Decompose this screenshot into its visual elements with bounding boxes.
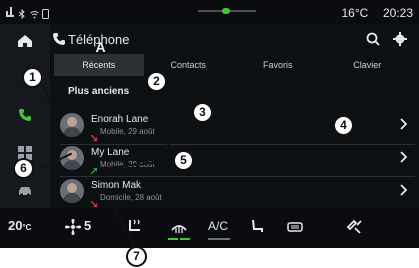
outgoing-call-icon bbox=[90, 161, 98, 175]
rear-defrost-icon[interactable] bbox=[286, 218, 304, 236]
car-icon[interactable] bbox=[14, 180, 36, 202]
search-icon[interactable] bbox=[366, 32, 380, 46]
chevron-right-icon[interactable] bbox=[397, 183, 409, 197]
defrost-indicator bbox=[180, 238, 190, 240]
section-title: Plus anciens bbox=[68, 86, 130, 97]
home-icon[interactable] bbox=[14, 30, 36, 52]
left-temperature-unit: °C bbox=[22, 223, 32, 232]
ac-indicator bbox=[208, 238, 230, 240]
contact-name: Enorah Lane bbox=[91, 114, 149, 125]
call-detail: Domicile, 28 août bbox=[100, 193, 162, 202]
tab-keypad[interactable]: Clavier bbox=[323, 54, 413, 76]
list-item[interactable]: My Lane Mobile, 29 août bbox=[60, 146, 415, 176]
callout-3: 3 bbox=[192, 102, 213, 123]
left-sidebar bbox=[0, 24, 50, 208]
call-detail: Mobile, 29 août bbox=[100, 127, 155, 136]
callout-1: 1 bbox=[22, 67, 43, 88]
fan-level: 5 bbox=[84, 218, 92, 233]
climate-settings-icon[interactable] bbox=[345, 218, 363, 236]
missed-call-icon bbox=[90, 128, 98, 142]
outside-temperature: 16°C bbox=[341, 6, 369, 20]
callout-2: 2 bbox=[146, 71, 167, 92]
chevron-right-icon[interactable] bbox=[397, 117, 409, 131]
defrost-indicator bbox=[168, 238, 178, 240]
divider bbox=[60, 176, 415, 177]
contact-name: Simon Mak bbox=[91, 180, 142, 191]
missed-call-icon bbox=[90, 194, 98, 208]
callout-7: 7 bbox=[126, 246, 147, 267]
gear-icon[interactable] bbox=[393, 32, 407, 46]
climate-bar: 20°C 5 A/C bbox=[0, 208, 419, 248]
avatar bbox=[60, 179, 84, 203]
page-indicator bbox=[198, 8, 256, 14]
seat-icon[interactable] bbox=[248, 218, 266, 236]
tab-favorites[interactable]: Favoris bbox=[233, 54, 323, 76]
wifi-icon bbox=[30, 6, 39, 19]
contact-name: My Lane bbox=[91, 147, 130, 158]
sidebar-phone-icon[interactable] bbox=[14, 104, 36, 126]
callout-4: 4 bbox=[333, 115, 354, 136]
signal-icon bbox=[6, 6, 14, 17]
callout-a: A bbox=[95, 39, 106, 55]
divider bbox=[60, 144, 415, 145]
callout-6: 6 bbox=[13, 158, 34, 179]
ac-button[interactable]: A/C bbox=[208, 219, 228, 233]
phone-icon bbox=[52, 32, 66, 46]
chevron-right-icon[interactable] bbox=[397, 150, 409, 164]
callout-5: 5 bbox=[173, 150, 194, 171]
status-bar: 16°C 20:23 bbox=[0, 0, 419, 24]
tab-bar: Récents Contacts Favoris Clavier bbox=[54, 54, 412, 76]
infotainment-screen: 16°C 20:23 Téléphone Récents Contacts Fa… bbox=[0, 0, 419, 248]
list-item[interactable]: Enorah Lane Mobile, 29 août bbox=[60, 113, 415, 143]
left-temperature[interactable]: 20°C bbox=[8, 218, 31, 233]
defrost-icon[interactable] bbox=[170, 218, 188, 236]
phone-status-icon bbox=[42, 6, 50, 19]
left-temperature-value: 20 bbox=[8, 218, 23, 233]
clock: 20:23 bbox=[382, 6, 413, 20]
status-icons bbox=[6, 6, 50, 20]
bluetooth-icon bbox=[18, 6, 26, 20]
callout-leader bbox=[357, 126, 389, 128]
status-right: 16°C 20:23 bbox=[341, 6, 413, 20]
fan-icon[interactable] bbox=[64, 218, 82, 236]
avatar bbox=[60, 113, 84, 137]
